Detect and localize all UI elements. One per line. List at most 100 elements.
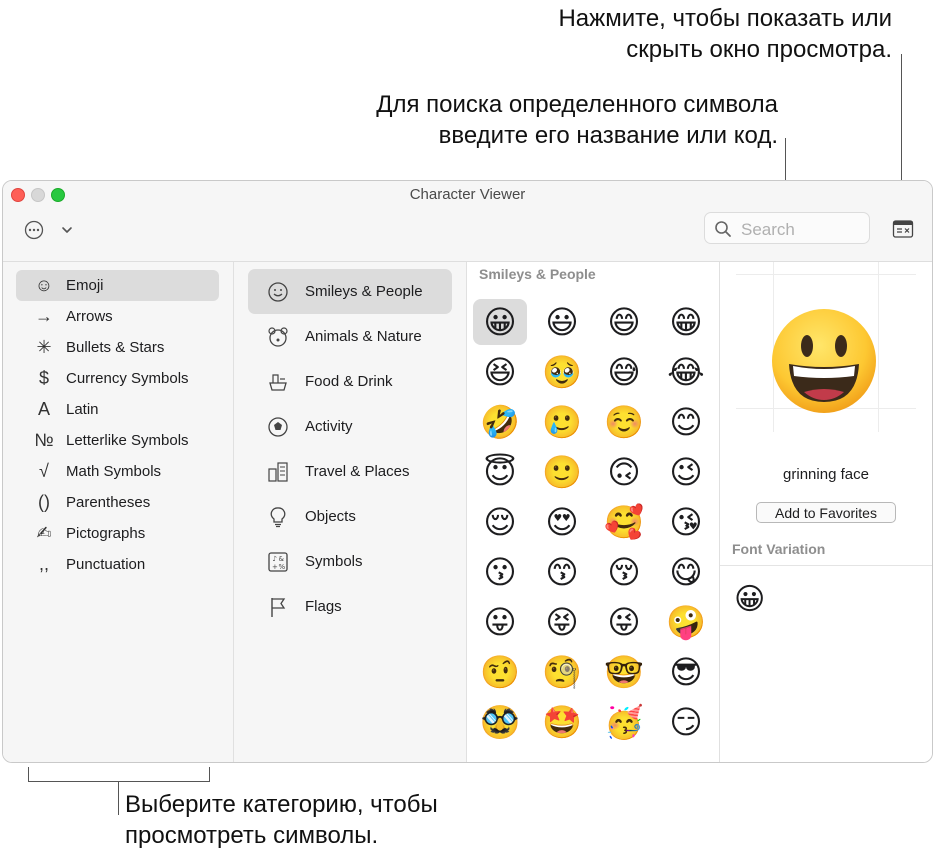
lightbulb-icon: [270, 507, 286, 528]
emoji-cell[interactable]: 🥸: [473, 699, 527, 745]
category-item-arrows[interactable]: → Arrows: [16, 301, 219, 332]
category-item-pictographs[interactable]: ✍ Pictographs: [16, 518, 219, 549]
subcategory-label: Objects: [305, 508, 356, 525]
emoji-cell[interactable]: 🤣: [473, 399, 527, 445]
add-to-favorites-button[interactable]: Add to Favorites: [756, 502, 896, 523]
font-variation-heading: Font Variation: [732, 541, 826, 557]
emoji-cell[interactable]: 😚: [597, 549, 651, 595]
subcategory-symbols[interactable]: ♪ & +% Symbols: [248, 539, 452, 584]
callout-category: Выберите категорию, чтобы просмотреть си…: [125, 789, 438, 851]
category-label: Letterlike Symbols: [66, 432, 189, 449]
subcategory-label: Smileys & People: [305, 283, 423, 300]
emoji-cell[interactable]: 😀: [473, 299, 527, 345]
emoji-cell[interactable]: 😆: [473, 349, 527, 395]
font-variation-item[interactable]: 😀: [734, 583, 765, 617]
emoji-cell[interactable]: 🥰: [597, 499, 651, 545]
search-field[interactable]: [704, 212, 870, 244]
category-item-emoji[interactable]: ☺ Emoji: [16, 270, 219, 301]
emoji-cell[interactable]: 😅: [597, 349, 651, 395]
emoji-cell[interactable]: ☺️: [597, 399, 651, 445]
emoji-cell[interactable]: 🥳: [597, 699, 651, 745]
emoji-cell[interactable]: 😛: [473, 599, 527, 645]
ellipsis-circle-icon[interactable]: [23, 219, 45, 241]
svg-text:&: &: [279, 555, 285, 563]
emoji-cell[interactable]: 😁: [659, 299, 713, 345]
square-root-icon: √: [39, 461, 49, 481]
character-viewer-window: Character Viewer ☺ Emoji → Arrows ✳ Bullets &…: [2, 180, 933, 763]
callout-search: Для поиска определенного символа введите…: [376, 89, 778, 151]
subcategory-label: Symbols: [305, 553, 363, 570]
smiley-icon: ☺: [34, 275, 54, 295]
emoji-cell[interactable]: 😋: [659, 549, 713, 595]
subcategory-label: Animals & Nature: [305, 328, 422, 345]
category-item-bullets-stars[interactable]: ✳ Bullets & Stars: [16, 332, 219, 363]
category-item-parentheses[interactable]: () Parentheses: [16, 487, 219, 518]
arrow-icon: →: [35, 306, 53, 326]
food-outline-icon: [269, 374, 287, 391]
symbols-icon: ♪ &+%: [268, 552, 288, 572]
emoji-cell[interactable]: 😉: [659, 449, 713, 495]
subcategory-smileys-people[interactable]: Smileys & People: [248, 269, 452, 314]
chevron-down-icon[interactable]: [59, 219, 75, 241]
callout-preview-toggle: Нажмите, чтобы показать или скрыть окно …: [558, 3, 892, 65]
emoji-cell[interactable]: 😇: [473, 449, 527, 495]
emoji-cell[interactable]: 🥹: [535, 349, 589, 395]
subcategory-food-drink[interactable]: Food & Drink: [248, 359, 452, 404]
category-item-letterlike-symbols[interactable]: № Letterlike Symbols: [16, 425, 219, 456]
subcategory-activity[interactable]: Activity: [248, 404, 452, 449]
category-label: Punctuation: [66, 556, 146, 573]
emoji-cell[interactable]: 🤪: [659, 599, 713, 645]
subcategory-flags[interactable]: Flags: [248, 584, 452, 629]
bracket-line: [28, 781, 210, 782]
emoji-cell[interactable]: 🤓: [597, 649, 651, 695]
dollar-icon: $: [38, 368, 49, 388]
emoji-cell[interactable]: 😊: [659, 399, 713, 445]
bracket-tick: [118, 781, 119, 815]
big-emoji-glyph: [772, 309, 876, 413]
category-item-latin[interactable]: A Latin: [16, 394, 219, 425]
category-label: Arrows: [66, 308, 113, 325]
magnifier-icon: [715, 221, 731, 237]
emoji-cell[interactable]: 😄: [597, 299, 651, 345]
buildings-icon: [268, 462, 288, 482]
emoji-cell[interactable]: 😘: [659, 499, 713, 545]
emoji-cell[interactable]: 🥲: [535, 399, 589, 445]
callout-line: просмотреть символы.: [125, 822, 379, 849]
emoji-cell[interactable]: 🤨: [473, 649, 527, 695]
emoji-cell[interactable]: 😜: [597, 599, 651, 645]
category-item-currency-symbols[interactable]: $ Currency Symbols: [16, 363, 219, 394]
flag-icon: [271, 598, 286, 617]
emoji-cell[interactable]: 🤩: [535, 699, 589, 745]
emoji-cell[interactable]: 😙: [535, 549, 589, 595]
category-label: Parentheses: [66, 494, 151, 511]
emoji-cell[interactable]: 😃: [535, 299, 589, 345]
search-input[interactable]: [739, 217, 868, 243]
subcategory-label: Travel & Places: [305, 463, 410, 480]
category-item-punctuation[interactable]: ,, Punctuation: [16, 549, 219, 580]
emoji-cell[interactable]: 😂: [659, 349, 713, 395]
subcategory-objects[interactable]: Objects: [248, 494, 452, 539]
latin-a-icon: A: [37, 399, 50, 419]
emoji-cell[interactable]: 🧐: [535, 649, 589, 695]
svg-text:%: %: [279, 563, 286, 571]
guide-line: [736, 274, 916, 275]
titlebar: Character Viewer: [3, 181, 932, 262]
emoji-cell[interactable]: 😌: [473, 499, 527, 545]
emoji-cell[interactable]: 🙃: [597, 449, 651, 495]
emoji-cell[interactable]: 😗: [473, 549, 527, 595]
sidebar-preview-icon[interactable]: [892, 219, 914, 239]
parentheses-icon: (): [38, 492, 50, 512]
bear-outline-icon: [268, 327, 288, 347]
emoji-cell[interactable]: 😏: [659, 699, 713, 745]
emoji-cell[interactable]: 😝: [535, 599, 589, 645]
smiley-outline-icon: [268, 282, 288, 302]
category-item-math-symbols[interactable]: √ Math Symbols: [16, 456, 219, 487]
subcategory-animals-nature[interactable]: Animals & Nature: [248, 314, 452, 359]
emoji-cell[interactable]: 😍: [535, 499, 589, 545]
subcategory-list: Smileys & People Animals & Nature Food & D…: [234, 262, 467, 762]
asterisk-icon: ✳: [36, 337, 52, 357]
emoji-cell[interactable]: 😎: [659, 649, 713, 695]
emoji-cell[interactable]: 🙂: [535, 449, 589, 495]
soccer-ball-icon: [268, 417, 288, 437]
subcategory-travel-places[interactable]: Travel & Places: [248, 449, 452, 494]
